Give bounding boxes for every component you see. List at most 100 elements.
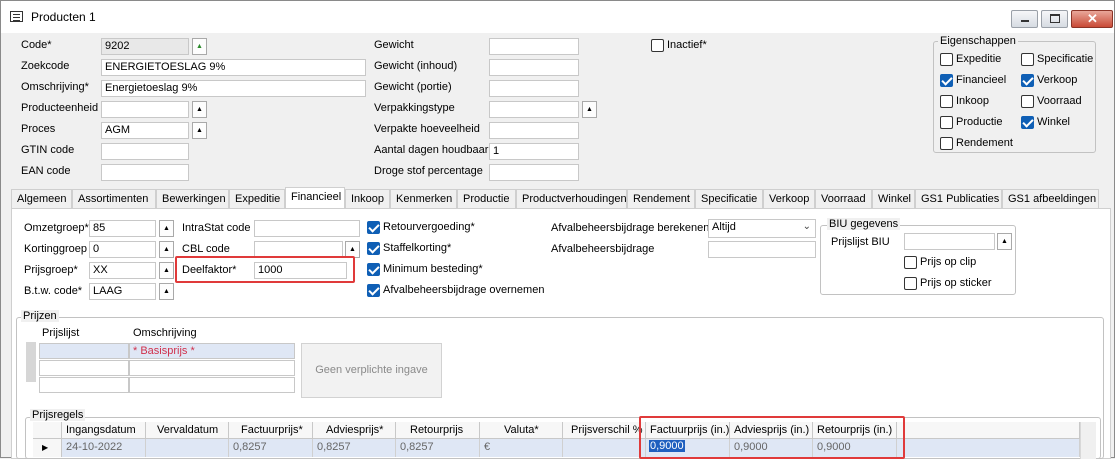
rendement-label: Rendement <box>956 137 1013 149</box>
winkel-checkbox[interactable] <box>1021 116 1034 129</box>
omzetgroep-field[interactable]: 85 <box>89 220 156 237</box>
vervaldatum-cell[interactable] <box>146 439 229 457</box>
inkoop-checkbox[interactable] <box>940 95 953 108</box>
geen-verplichte-ingave-button[interactable]: Geen verplichte ingave <box>301 343 442 398</box>
rendement-checkbox[interactable] <box>940 137 953 150</box>
tab-inkoop[interactable]: Inkoop <box>345 189 390 209</box>
prijslijst-cell[interactable] <box>39 377 129 393</box>
inactief-label: Inactief* <box>667 39 707 51</box>
form-icon <box>10 11 23 22</box>
afvalbeheer-field[interactable] <box>708 241 816 258</box>
tab-winkel[interactable]: Winkel <box>872 189 915 209</box>
omzetgroep-lookup-button[interactable]: ▲ <box>159 220 174 237</box>
maximize-button[interactable] <box>1041 10 1068 28</box>
staffelkorting-checkbox[interactable] <box>367 242 380 255</box>
btw-code-lookup-button[interactable]: ▲ <box>159 283 174 300</box>
verpakkingstype-field[interactable] <box>489 101 579 118</box>
prijs-op-clip-checkbox[interactable] <box>904 256 917 269</box>
prijsgroep-lookup-button[interactable]: ▲ <box>159 262 174 279</box>
omschrijving-cell[interactable] <box>129 360 295 376</box>
empty-cell <box>897 439 1080 457</box>
valuta-cell[interactable]: € <box>480 439 563 457</box>
tab-verkoop[interactable]: Verkoop <box>763 189 815 209</box>
prijsverschil-cell[interactable] <box>563 439 646 457</box>
inactief-checkbox[interactable] <box>651 39 664 52</box>
gewicht-portie-field[interactable] <box>489 80 579 97</box>
specificatie-checkbox[interactable] <box>1021 53 1034 66</box>
voorraad-checkbox[interactable] <box>1021 95 1034 108</box>
producteenheid-lookup-button[interactable]: ▲ <box>192 101 207 118</box>
prijslijst-biu-field[interactable] <box>904 233 995 250</box>
valuta-column-header[interactable]: Valuta* <box>480 422 563 439</box>
current-row-arrow-icon[interactable]: ▶ <box>33 439 62 457</box>
tab-expeditie[interactable]: Expeditie <box>229 189 285 209</box>
tab-kenmerken[interactable]: Kenmerken <box>390 189 457 209</box>
btw-code-label: B.t.w. code* <box>24 285 83 297</box>
prijslijst-cell[interactable] <box>39 343 129 359</box>
zoekcode-field[interactable]: ENERGIETOESLAG 9% <box>101 59 366 76</box>
ingangsdatum-cell[interactable]: 24-10-2022 <box>62 439 146 457</box>
prijsverschil-column-header[interactable]: Prijsverschil % <box>563 422 646 439</box>
productie-checkbox[interactable] <box>940 116 953 129</box>
prijslijst-cell[interactable] <box>39 360 129 376</box>
verpakkingstype-lookup-button[interactable]: ▲ <box>582 101 597 118</box>
tab-assortimenten[interactable]: Assortimenten <box>72 189 156 209</box>
prijslijst-biu-lookup-button[interactable]: ▲ <box>997 233 1012 250</box>
tab-gs1-afbeeldingen[interactable]: GS1 afbeeldingen <box>1002 189 1099 209</box>
kortinggroep-field[interactable]: 0 <box>89 241 156 258</box>
proces-label: Proces <box>21 123 56 135</box>
tab-specificatie[interactable]: Specificatie <box>695 189 763 209</box>
code-field[interactable]: 9202 <box>101 38 189 55</box>
basisprijs-cell[interactable]: * Basisprijs * <box>129 343 295 359</box>
adviesprijs-cell[interactable]: 0,8257 <box>313 439 396 457</box>
deelfaktor-field[interactable]: 1000 <box>254 262 347 279</box>
gewicht-inhoud-field[interactable] <box>489 59 579 76</box>
ean-field[interactable] <box>101 164 189 181</box>
proces-field[interactable]: AGM <box>101 122 189 139</box>
tab-productverhoudingen[interactable]: Productverhoudingen <box>516 189 627 209</box>
tab-algemeen[interactable]: Algemeen <box>11 189 72 209</box>
retourprijs-cell[interactable]: 0,8257 <box>396 439 480 457</box>
minimum-besteding-checkbox[interactable] <box>367 263 380 276</box>
verkoop-checkbox[interactable] <box>1021 74 1034 87</box>
omschrijving-label: Omschrijving* <box>21 81 89 93</box>
ingangsdatum-column-header[interactable]: Ingangsdatum <box>62 422 146 439</box>
expeditie-checkbox[interactable] <box>940 53 953 66</box>
factuurprijs-cell[interactable]: 0,8257 <box>229 439 313 457</box>
retourvergoeding-checkbox[interactable] <box>367 221 380 234</box>
financieel-checkbox[interactable] <box>940 74 953 87</box>
gewicht-field[interactable] <box>489 38 579 55</box>
prijsgroep-field[interactable]: XX <box>89 262 156 279</box>
vervaldatum-column-header[interactable]: Vervaldatum <box>146 422 229 439</box>
proces-lookup-button[interactable]: ▲ <box>192 122 207 139</box>
afvalbeheer-overnemen-label: Afvalbeheersbijdrage overnemen <box>383 284 545 296</box>
intrastat-field[interactable] <box>254 220 360 237</box>
tab-voorraad[interactable]: Voorraad <box>815 189 872 209</box>
verpakte-hoeveelheid-field[interactable] <box>489 122 579 139</box>
kortinggroep-lookup-button[interactable]: ▲ <box>159 241 174 258</box>
droge-stof-field[interactable] <box>489 164 579 181</box>
tab-financieel[interactable]: Financieel <box>285 187 345 209</box>
adviesprijs-column-header[interactable]: Adviesprijs* <box>313 422 396 439</box>
minimize-button[interactable] <box>1011 10 1038 28</box>
tab-productie[interactable]: Productie <box>457 189 516 209</box>
tab-rendement[interactable]: Rendement <box>627 189 695 209</box>
close-button[interactable]: ✕ <box>1071 10 1113 28</box>
afvalbeheer-overnemen-checkbox[interactable] <box>367 284 380 297</box>
code-nav-button[interactable]: ▲ <box>192 38 207 55</box>
prijs-op-sticker-checkbox[interactable] <box>904 277 917 290</box>
gewicht-inhoud-label: Gewicht (inhoud) <box>374 60 458 72</box>
factuurprijs-column-header[interactable]: Factuurprijs* <box>229 422 313 439</box>
producteenheid-field[interactable] <box>101 101 189 118</box>
grid-scrollbar[interactable] <box>1080 422 1096 459</box>
btw-code-field[interactable]: LAAG <box>89 283 156 300</box>
retourprijs-column-header[interactable]: Retourprijs <box>396 422 480 439</box>
tab-gs1-publicaties[interactable]: GS1 Publicaties <box>915 189 1002 209</box>
gtin-field[interactable] <box>101 143 189 160</box>
omschrijving-field[interactable]: Energietoeslag 9% <box>101 80 366 97</box>
omschrijving-cell[interactable] <box>129 377 295 393</box>
houdbaar-field[interactable]: 1 <box>489 143 579 160</box>
gewicht-portie-label: Gewicht (portie) <box>374 81 452 93</box>
tab-bewerkingen[interactable]: Bewerkingen <box>156 189 229 209</box>
afvalbeheer-berekenen-select[interactable]: Altijd ⌄ <box>708 219 816 238</box>
